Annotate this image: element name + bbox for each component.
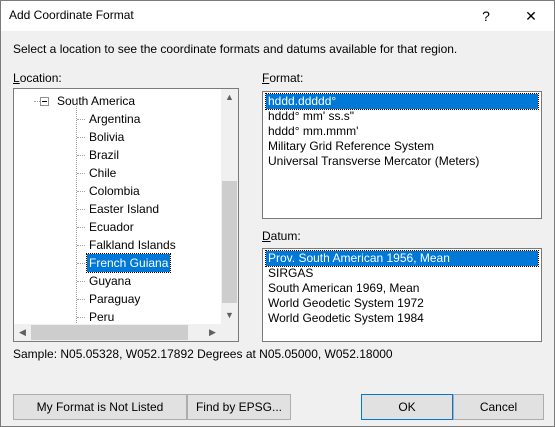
format-label: Format: <box>262 71 304 85</box>
datum-label: Datum: <box>262 229 301 243</box>
location-label: Location: <box>13 71 62 85</box>
scroll-right-icon[interactable]: ▶ <box>204 324 221 341</box>
datum-list-item[interactable]: SIRGAS <box>266 266 315 281</box>
tree-horizontal-scrollbar[interactable]: ◀ ▶ <box>14 324 221 341</box>
ok-button[interactable]: OK <box>361 394 453 420</box>
tree-connector <box>77 173 85 174</box>
tree-connector <box>77 263 85 264</box>
title-bar: Add Coordinate Format ? ✕ <box>1 1 554 31</box>
scroll-corner <box>221 324 238 341</box>
format-list-item[interactable]: hddd.ddddd° <box>265 93 539 110</box>
window-title: Add Coordinate Format <box>9 8 134 22</box>
tree-item[interactable]: Colombia <box>87 182 142 200</box>
tree-connector <box>77 317 85 318</box>
tree-connector <box>77 227 85 228</box>
tree-connector <box>77 209 85 210</box>
tree-connector <box>77 191 85 192</box>
tree-connector <box>77 281 85 282</box>
format-list-item[interactable]: Universal Transverse Mercator (Meters) <box>266 154 481 169</box>
close-icon: ✕ <box>525 7 537 24</box>
help-icon: ? <box>482 8 490 24</box>
format-list-item[interactable]: Military Grid Reference System <box>266 139 436 154</box>
tree-connector <box>77 299 85 300</box>
vertical-scroll-thumb[interactable] <box>222 181 237 303</box>
tree-item[interactable]: Brazil <box>87 146 121 164</box>
format-list[interactable]: hddd.ddddd° hddd° mm' ss.s" hddd° mm.mmm' M… <box>262 91 542 219</box>
tree-item[interactable]: Guyana <box>87 272 133 290</box>
tree-item[interactable]: Argentina <box>87 110 142 128</box>
instructions-text: Select a location to see the coordinate … <box>13 42 458 56</box>
tree-item[interactable]: Ecuador <box>87 218 136 236</box>
tree-connector <box>77 155 85 156</box>
location-tree[interactable]: South America Argentina Bolivia Brazil Chil… <box>13 88 239 342</box>
datum-list-item[interactable]: Prov. South American 1956, Mean <box>265 250 539 267</box>
tree-item[interactable]: Falkland Islands <box>87 236 178 254</box>
datum-list-item[interactable]: South American 1969, Mean <box>266 281 421 296</box>
tree-connector <box>77 245 85 246</box>
format-list-item[interactable]: hddd° mm' ss.s" <box>266 109 356 124</box>
tree-item[interactable]: Easter Island <box>87 200 161 218</box>
dialog-window: Add Coordinate Format ? ✕ Select a locat… <box>0 0 555 427</box>
close-button[interactable]: ✕ <box>508 1 554 31</box>
tree-vertical-scrollbar[interactable]: ▲ ▼ <box>221 89 238 324</box>
format-not-listed-button[interactable]: My Format is Not Listed <box>13 394 187 420</box>
tree-connector <box>77 119 85 120</box>
collapse-icon[interactable] <box>40 97 49 106</box>
datum-list-item[interactable]: World Geodetic System 1984 <box>266 311 426 326</box>
tree-node-south-america[interactable]: South America <box>57 92 135 110</box>
datum-list[interactable]: Prov. South American 1956, Mean SIRGAS Sou… <box>262 248 542 342</box>
find-by-epsg-button[interactable]: Find by EPSG... <box>187 394 291 420</box>
horizontal-scroll-thumb[interactable] <box>31 325 188 340</box>
tree-item[interactable]: French Guiana <box>85 253 172 273</box>
tree-connector-line <box>76 101 77 327</box>
scroll-up-icon[interactable]: ▲ <box>221 89 238 106</box>
help-button[interactable]: ? <box>463 1 509 31</box>
tree-item[interactable]: Bolivia <box>87 128 126 146</box>
tree-item[interactable]: Chile <box>87 164 118 182</box>
scroll-left-icon[interactable]: ◀ <box>14 324 31 341</box>
datum-list-item[interactable]: World Geodetic System 1972 <box>266 296 426 311</box>
sample-text: Sample: N05.05328, W052.17892 Degrees at… <box>13 347 393 361</box>
tree-item[interactable]: Paraguay <box>87 290 142 308</box>
format-list-item[interactable]: hddd° mm.mmm' <box>266 124 360 139</box>
scroll-down-icon[interactable]: ▼ <box>221 307 238 324</box>
cancel-button[interactable]: Cancel <box>453 394 544 420</box>
tree-connector <box>77 137 85 138</box>
